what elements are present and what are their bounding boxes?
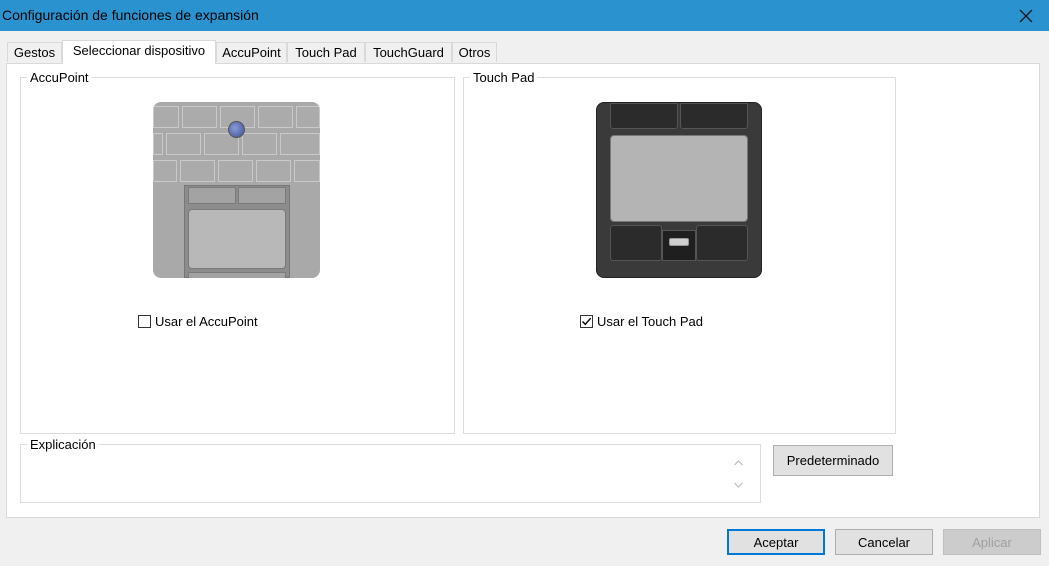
explanation-scrollbar[interactable] xyxy=(730,454,747,494)
accept-button[interactable]: Aceptar xyxy=(727,529,825,555)
tab-accupoint[interactable]: AccuPoint xyxy=(216,42,287,62)
tab-touch-pad[interactable]: Touch Pad xyxy=(287,42,365,62)
apply-button[interactable]: Aplicar xyxy=(943,529,1041,555)
close-icon xyxy=(1019,9,1033,22)
title-bar: Configuración de funciones de expansión xyxy=(0,0,1049,31)
explanation-group-title: Explicación xyxy=(27,437,99,452)
tab-seleccionar-dispositivo[interactable]: Seleccionar dispositivo xyxy=(62,40,216,64)
chevron-up-icon[interactable] xyxy=(730,454,747,472)
touchpad-image xyxy=(596,102,762,278)
touchpad-checkbox-label: Usar el Touch Pad xyxy=(597,314,703,329)
accupoint-image xyxy=(153,102,320,278)
chevron-down-icon[interactable] xyxy=(730,476,747,494)
accupoint-checkbox-box[interactable] xyxy=(138,315,151,328)
pointing-stick xyxy=(228,121,245,138)
accupoint-group-title: AccuPoint xyxy=(27,70,92,85)
cancel-button[interactable]: Cancelar xyxy=(835,529,933,555)
close-button[interactable] xyxy=(1003,0,1049,31)
accupoint-checkbox-label: Usar el AccuPoint xyxy=(155,314,258,329)
use-touchpad-checkbox[interactable]: Usar el Touch Pad xyxy=(580,314,703,329)
touchpad-checkbox-box[interactable] xyxy=(580,315,593,328)
default-button[interactable]: Predeterminado xyxy=(773,445,893,476)
tab-gestos[interactable]: Gestos xyxy=(7,42,62,62)
window-title: Configuración de funciones de expansión xyxy=(2,7,259,23)
checkmark-icon xyxy=(582,317,592,326)
explanation-group: Explicación xyxy=(20,437,761,503)
touchpad-group: Touch Pad Usar el Touch Pad xyxy=(463,70,896,434)
fingerprint-sensor xyxy=(669,238,689,246)
tab-panel: AccuPoint Usar el AccuPoint Touch Pad Us… xyxy=(6,63,1040,518)
tab-touchguard[interactable]: TouchGuard xyxy=(365,42,452,62)
explanation-text xyxy=(29,457,719,497)
touchpad-group-title: Touch Pad xyxy=(470,70,538,85)
tab-otros[interactable]: Otros xyxy=(452,42,497,62)
accupoint-group: AccuPoint Usar el AccuPoint xyxy=(20,70,455,434)
use-accupoint-checkbox[interactable]: Usar el AccuPoint xyxy=(138,314,258,329)
